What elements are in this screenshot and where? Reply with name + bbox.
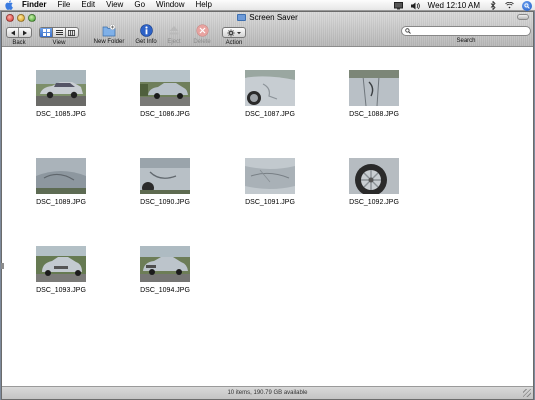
display-icon[interactable]: [393, 1, 403, 10]
column-view-icon: [68, 29, 76, 36]
action-label: Action: [225, 40, 243, 46]
gear-icon: [227, 28, 241, 37]
new-folder-button[interactable]: New Folder: [92, 24, 126, 45]
file-item[interactable]: DSC_1092.JPG: [339, 158, 409, 206]
info-icon: [139, 24, 153, 37]
image-thumbnail[interactable]: [245, 70, 295, 106]
menu-finder[interactable]: Finder: [22, 0, 46, 10]
get-info-label: Get Info: [135, 39, 157, 45]
apple-menu-icon[interactable]: [4, 0, 15, 10]
menu-extras: Wed 12:10 AM: [393, 0, 532, 11]
airport-icon[interactable]: [505, 1, 514, 10]
file-name[interactable]: DSC_1089.JPG: [36, 199, 86, 206]
forward-button[interactable]: [19, 28, 31, 37]
get-info-button[interactable]: Get Info: [134, 24, 158, 45]
file-item[interactable]: DSC_1088.JPG: [339, 70, 409, 118]
list-view-button[interactable]: [53, 28, 66, 37]
finder-window: Screen Saver Back View New Folder Get In…: [1, 11, 534, 400]
file-name[interactable]: DSC_1090.JPG: [140, 199, 190, 206]
action-menu-button[interactable]: Action: [222, 27, 246, 46]
menu-view[interactable]: View: [106, 0, 123, 10]
image-thumbnail[interactable]: [36, 246, 86, 282]
back-forward-group: Back: [6, 27, 32, 46]
search-input[interactable]: [411, 27, 521, 35]
arrow-left-icon: [10, 30, 15, 35]
chevron-down-icon: [237, 31, 241, 34]
image-thumbnail[interactable]: [349, 70, 399, 106]
menu-bar: Finder File Edit View Go Window Help Wed…: [0, 0, 535, 11]
icon-view-icon: [42, 29, 50, 36]
file-item[interactable]: DSC_1086.JPG: [130, 70, 200, 118]
file-item[interactable]: DSC_1093.JPG: [26, 246, 96, 294]
back-button[interactable]: [7, 28, 20, 37]
column-view-button[interactable]: [66, 28, 78, 37]
menu-clock[interactable]: Wed 12:10 AM: [428, 1, 480, 10]
image-thumbnail[interactable]: [36, 158, 86, 194]
file-item[interactable]: DSC_1087.JPG: [235, 70, 305, 118]
file-item[interactable]: DSC_1085.JPG: [26, 70, 96, 118]
delete-label: Delete: [193, 39, 211, 45]
toolbar-toggle-button[interactable]: [517, 14, 529, 20]
image-thumbnail[interactable]: [140, 246, 190, 282]
folder-icon: [237, 14, 247, 21]
delete-button[interactable]: Delete: [190, 24, 214, 45]
file-item[interactable]: DSC_1094.JPG: [130, 246, 200, 294]
bluetooth-icon[interactable]: [488, 1, 497, 10]
status-bar: 10 items, 190.79 GB available: [2, 386, 533, 399]
eject-label: Eject: [167, 39, 181, 45]
file-item[interactable]: DSC_1089.JPG: [26, 158, 96, 206]
list-view-icon: [55, 29, 63, 35]
file-name[interactable]: DSC_1086.JPG: [140, 111, 190, 118]
window-title-text: Screen Saver: [249, 13, 298, 22]
search-group: Search: [401, 26, 531, 44]
file-name[interactable]: DSC_1094.JPG: [140, 287, 190, 294]
arrow-right-icon: [23, 30, 28, 35]
file-name[interactable]: DSC_1092.JPG: [349, 199, 399, 206]
eject-icon: [169, 26, 179, 35]
eject-button[interactable]: Eject: [164, 24, 184, 45]
file-item[interactable]: DSC_1090.JPG: [130, 158, 200, 206]
file-item[interactable]: DSC_1091.JPG: [235, 158, 305, 206]
split-handle[interactable]: [1, 263, 4, 269]
window-toolbar: Screen Saver Back View New Folder Get In…: [2, 12, 533, 47]
image-thumbnail[interactable]: [140, 70, 190, 106]
image-thumbnail[interactable]: [245, 158, 295, 194]
file-name[interactable]: DSC_1088.JPG: [349, 111, 399, 118]
view-label: View: [52, 40, 66, 46]
file-browser: DSC_1085.JPG DSC_1086.JPG DSC_1087.JPG DSC_…: [1, 48, 533, 386]
new-folder-icon: [102, 24, 116, 37]
menu-file[interactable]: File: [57, 0, 70, 10]
new-folder-label: New Folder: [93, 39, 125, 45]
search-label: Search: [456, 38, 476, 44]
image-thumbnail[interactable]: [140, 158, 190, 194]
volume-icon[interactable]: [410, 1, 420, 10]
view-group: View: [39, 27, 79, 46]
search-field[interactable]: [401, 26, 531, 36]
menu-go[interactable]: Go: [134, 0, 145, 10]
menu-help[interactable]: Help: [195, 0, 211, 10]
icon-view-button[interactable]: [40, 28, 54, 37]
file-name[interactable]: DSC_1093.JPG: [36, 287, 86, 294]
menu-edit[interactable]: Edit: [81, 0, 95, 10]
status-text: 10 items, 190.79 GB available: [227, 390, 308, 396]
delete-icon: [195, 24, 209, 37]
resize-grip[interactable]: [523, 389, 531, 397]
menu-window[interactable]: Window: [156, 0, 184, 10]
file-name[interactable]: DSC_1085.JPG: [36, 111, 86, 118]
file-name[interactable]: DSC_1091.JPG: [245, 199, 295, 206]
window-title: Screen Saver: [2, 13, 533, 22]
image-thumbnail[interactable]: [349, 158, 399, 194]
image-thumbnail[interactable]: [36, 70, 86, 106]
spotlight-icon[interactable]: [522, 0, 532, 11]
back-label: Back: [12, 40, 26, 46]
file-name[interactable]: DSC_1087.JPG: [245, 111, 295, 118]
